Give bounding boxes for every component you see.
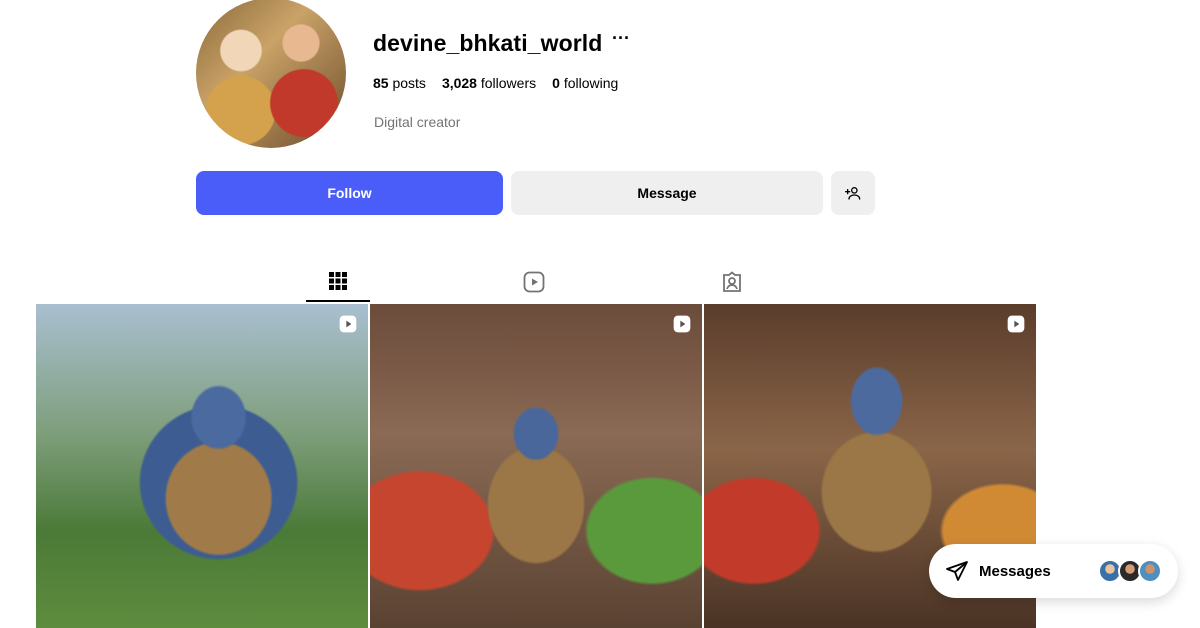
posts-label: posts [392,75,426,91]
following-count: 0 [552,75,560,91]
tab-reels[interactable] [502,262,566,302]
post-thumbnail[interactable] [36,304,368,628]
profile-stats: 85 posts 3,028 followers 0 following [373,75,618,91]
followers-count: 3,028 [441,75,477,91]
followers-label: followers [480,75,537,91]
messages-button[interactable]: Messages [929,544,1178,598]
send-icon [946,561,968,581]
profile-page: devine_bhkati_world ··· 85 posts 3,028 f… [0,0,1200,628]
message-button[interactable]: Message [511,171,823,215]
grid-icon [329,272,347,290]
profile-avatar[interactable] [196,0,346,148]
profile-tabs [306,262,766,302]
reels-icon [523,271,545,293]
suggested-users-button[interactable] [831,171,875,215]
avatar [1138,559,1162,583]
more-options-icon[interactable]: ··· [612,28,630,49]
followers-stat[interactable]: 3,028 followers [442,75,536,91]
following-label: following [563,75,619,91]
messages-label: Messages [979,562,1051,580]
message-avatars [1098,559,1162,583]
tagged-icon [723,271,741,292]
reel-icon [339,315,357,333]
profile-category: Digital creator [374,114,461,130]
posts-grid [36,304,1036,628]
posts-stat: 85 posts [373,75,426,91]
tab-posts[interactable] [306,262,370,302]
add-user-icon [845,187,861,200]
follow-button[interactable]: Follow [196,171,503,215]
tab-tagged[interactable] [700,262,764,302]
post-thumbnail[interactable] [370,304,702,628]
reel-icon [673,315,691,333]
reel-icon [1007,315,1025,333]
posts-count: 85 [373,75,389,91]
following-stat[interactable]: 0 following [552,75,618,91]
profile-username: devine_bhkati_world [373,30,603,56]
